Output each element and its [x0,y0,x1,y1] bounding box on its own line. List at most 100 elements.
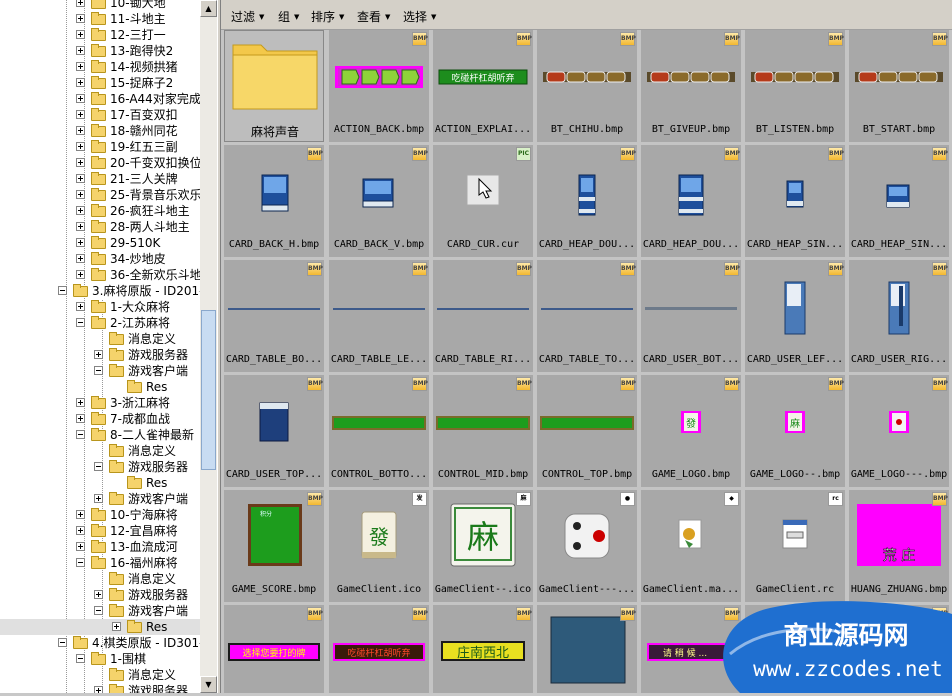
tree-item[interactable]: 10-锄大地 [0,0,200,11]
file-item[interactable]: BMP CARD_HEAP_DOU... [537,145,637,257]
expand-icon[interactable] [76,222,85,231]
file-item[interactable]: BMP CARD_USER_TOP... [224,375,324,487]
expand-icon[interactable] [76,270,85,279]
scroll-up-button[interactable]: ▲ [200,0,217,17]
file-item[interactable]: BMP CARD_USER_LEF... [745,260,845,372]
file-item[interactable]: BMP CONTROL_BOTTO... [329,375,429,487]
tree-item[interactable]: Res [0,475,200,491]
expand-icon[interactable] [76,158,85,167]
tree-item[interactable]: 游戏服务器 [0,683,200,693]
tree-item[interactable]: 25-背景音乐欢乐 [0,187,202,203]
tree-item[interactable]: 16-A44对家完成 [0,91,201,107]
tree-item[interactable]: 36-全新欢乐斗地 [0,267,202,283]
expand-icon[interactable] [76,174,85,183]
tree-item[interactable]: Res [0,379,200,395]
expand-icon[interactable] [76,526,85,535]
tree-item[interactable]: 3.麻将原版 - ID201-30 [0,283,217,299]
tree-item[interactable]: 游戏服务器 [0,459,200,475]
collapse-icon[interactable] [76,430,85,439]
tree-item[interactable]: 17-百变双扣 [0,107,200,123]
tree-item[interactable]: 消息定义 [0,571,200,587]
tree-item[interactable]: Res [0,619,200,635]
file-item[interactable]: 發 发 GameClient.ico [329,490,429,602]
file-item[interactable]: BMP CARD_TABLE_RI... [433,260,533,372]
file-item[interactable]: 积分 BMP GAME_SCORE.bmp [224,490,324,602]
tree-item[interactable]: 34-炒地皮 [0,251,200,267]
tree-item[interactable]: 12-三打一 [0,27,200,43]
group-menu[interactable]: 组 ▼ [278,8,299,25]
scroll-thumb[interactable] [201,310,216,470]
tree-item[interactable]: 游戏客户端 [0,363,200,379]
expand-icon[interactable] [76,190,85,199]
file-item[interactable]: BMP BT_CHIHU.bmp [537,30,637,142]
file-item[interactable]: 吃碰杆杠胡听弃 BMP ACTION_EXPLAI... [433,30,533,142]
expand-icon[interactable] [76,94,85,103]
file-item[interactable]: PIC CARD_CUR.cur [433,145,533,257]
file-item[interactable]: BMP CARD_USER_BOT... [641,260,741,372]
expand-icon[interactable] [76,302,85,311]
expand-icon[interactable] [76,0,85,7]
file-item[interactable]: BMP GAME_LOGO---.bmp [849,375,949,487]
tree-item[interactable]: 消息定义 [0,443,200,459]
expand-icon[interactable] [76,110,85,119]
scroll-down-button[interactable]: ▼ [200,676,217,693]
file-item[interactable]: BMP CARD_USER_RIG... [849,260,949,372]
file-item[interactable]: 麻麻 GameClient--.ico [433,490,533,602]
tree-item[interactable]: 4.棋类原版 - ID301-40 [0,635,217,651]
tree-item[interactable]: 消息定义 [0,667,200,683]
file-item[interactable]: BMP CONTROL_MID.bmp [433,375,533,487]
file-item[interactable]: 吃碰杆杠胡听弃 BMP [329,605,429,693]
file-item[interactable]: BMP CARD_HEAP_SIN... [849,145,949,257]
collapse-icon[interactable] [94,366,103,375]
tree-item[interactable]: 7-成都血战 [0,411,200,427]
collapse-icon[interactable] [76,318,85,327]
file-item[interactable]: BMP BT_LISTEN.bmp [745,30,845,142]
expand-icon[interactable] [76,238,85,247]
tree-item[interactable]: 12-宜昌麻将 [0,523,200,539]
tree-item[interactable]: 20-千变双扣换位 [0,155,202,171]
file-item[interactable]: 荒 庄 BMP HUANG_ZHUANG.bmp [849,490,949,602]
tree-item[interactable]: 21-三人关牌 [0,171,200,187]
expand-icon[interactable] [76,206,85,215]
folder-item[interactable]: 麻将声音 [224,30,324,142]
view-menu[interactable]: 查看 ▼ [357,8,390,25]
file-item[interactable]: 选择您要打的牌 BMP [224,605,324,693]
collapse-icon[interactable] [94,462,103,471]
expand-icon[interactable] [94,590,103,599]
tree-item[interactable]: 消息定义 [0,331,200,347]
tree-item[interactable]: 14-视频拱猪 [0,59,200,75]
collapse-icon[interactable] [94,606,103,615]
tree-item[interactable]: 11-斗地主 [0,11,200,27]
tree-item[interactable]: 1-大众麻将 [0,299,200,315]
file-item[interactable]: BMP BT_START.bmp [849,30,949,142]
expand-icon[interactable] [76,542,85,551]
file-item[interactable]: 麻 BMP GAME_LOGO--.bmp [745,375,845,487]
file-item[interactable]: BMP CARD_TABLE_BO... [224,260,324,372]
file-item[interactable]: 發 BMP GAME_LOGO.bmp [641,375,741,487]
file-item[interactable]: BMP CARD_TABLE_LE... [329,260,429,372]
tree-item[interactable]: 15-捉麻子2 [0,75,200,91]
file-item[interactable]: BMP CARD_HEAP_SIN... [745,145,845,257]
file-item[interactable]: BMP CARD_TABLE_TO... [537,260,637,372]
tree-item[interactable]: 26-疯狂斗地主 [0,203,200,219]
file-item[interactable]: BMP CARD_BACK_H.bmp [224,145,324,257]
file-item[interactable]: BMP BT_GIVEUP.bmp [641,30,741,142]
collapse-icon[interactable] [58,638,67,647]
expand-icon[interactable] [76,510,85,519]
expand-icon[interactable] [76,46,85,55]
expand-icon[interactable] [94,686,103,693]
filter-menu[interactable]: 过滤 ▼ [231,8,264,25]
tree-item[interactable]: 1-围棋 [0,651,200,667]
tree-item[interactable]: 13-血流成河 [0,539,200,555]
tree-item[interactable]: 3-浙江麻将 [0,395,200,411]
tree-item[interactable]: 28-两人斗地主 [0,219,200,235]
expand-icon[interactable] [76,414,85,423]
file-item[interactable]: BMP CONTROL_TOP.bmp [537,375,637,487]
tree-item[interactable]: 13-跑得快2 [0,43,200,59]
file-item[interactable]: BMP CARD_BACK_V.bmp [329,145,429,257]
collapse-icon[interactable] [76,654,85,663]
tree-item[interactable]: 游戏服务器 [0,587,200,603]
tree-item[interactable]: 2-江苏麻将 [0,315,200,331]
expand-icon[interactable] [76,398,85,407]
expand-icon[interactable] [94,350,103,359]
